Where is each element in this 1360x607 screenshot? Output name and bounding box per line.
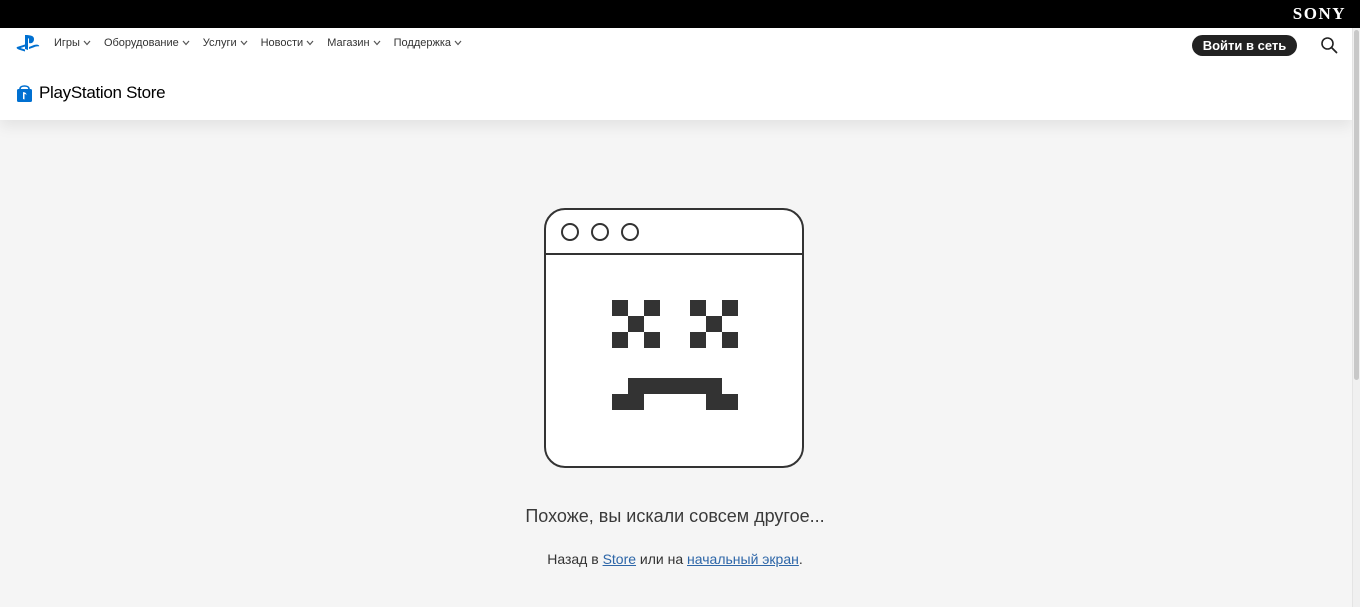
search-icon[interactable] [1320, 36, 1338, 54]
chevron-down-icon [240, 40, 248, 46]
sad-browser-icon [544, 208, 804, 468]
back-middle: или на [639, 551, 684, 567]
chevron-down-icon [83, 40, 91, 46]
back-prefix: Назад в [547, 551, 599, 567]
chevron-down-icon [373, 40, 381, 46]
nav-item-news[interactable]: Новости [261, 37, 315, 49]
nav-item-label: Магазин [327, 37, 370, 49]
nav-item-services[interactable]: Услуги [203, 37, 248, 49]
nav-item-hardware[interactable]: Оборудование [104, 37, 190, 49]
nav-item-label: Игры [54, 37, 80, 49]
store-name: PlayStation Store [39, 83, 166, 102]
back-suffix: . [798, 551, 803, 567]
nav-item-shop[interactable]: Магазин [327, 37, 381, 49]
store-bag-icon [17, 84, 32, 102]
nav-item-games[interactable]: Игры [54, 37, 91, 49]
playstation-store-logo[interactable]: PlayStation Store [16, 83, 166, 103]
back-navigation-text: Назад в Store или на начальный экран. [0, 551, 1350, 567]
nav-item-label: Поддержка [393, 37, 452, 49]
chevron-down-icon [454, 40, 462, 46]
sony-top-bar: SONY [0, 0, 1360, 28]
nav-item-label: Новости [260, 37, 304, 49]
home-screen-link[interactable]: начальный экран [687, 551, 799, 567]
playstation-logo-icon[interactable] [16, 34, 40, 52]
login-button[interactable]: Войти в сеть [1192, 35, 1297, 56]
chevron-down-icon [306, 40, 314, 46]
nav-item-label: Оборудование [103, 37, 179, 49]
site-header: Игры Оборудование Услуги Новости Магазин… [0, 28, 1352, 120]
sony-logo[interactable]: SONY [1293, 4, 1346, 24]
main-nav: Игры Оборудование Услуги Новости Магазин… [54, 37, 475, 49]
error-title: Похоже, вы искали совсем другое... [525, 506, 825, 526]
store-link[interactable]: Store [603, 551, 636, 567]
scrollbar-thumb[interactable] [1354, 30, 1359, 380]
chevron-down-icon [182, 40, 190, 46]
nav-item-support[interactable]: Поддержка [394, 37, 462, 49]
nav-item-label: Услуги [202, 37, 237, 49]
